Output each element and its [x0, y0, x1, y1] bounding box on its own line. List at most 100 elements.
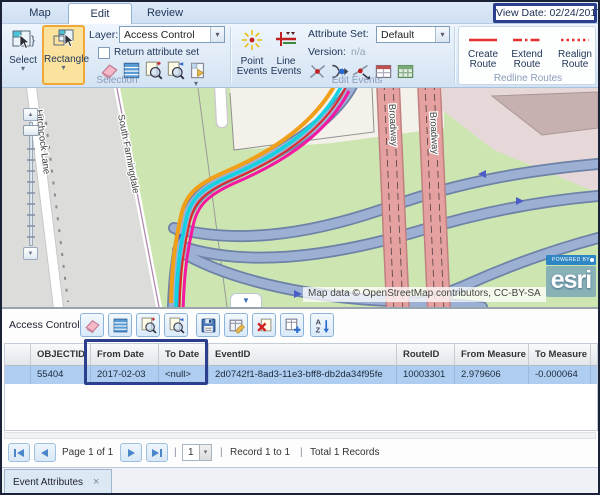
- table-header-gutter: [7, 344, 31, 366]
- first-page-icon: [13, 448, 25, 458]
- layer-dropdown[interactable]: Access Control ▾: [119, 26, 225, 43]
- attribute-set-label: Attribute Set:: [308, 28, 369, 40]
- group-divider: [230, 27, 232, 83]
- column-header-to-measure[interactable]: To Measure: [529, 344, 591, 366]
- version-value: n/a: [351, 46, 366, 58]
- cell-eventid: 2d0742f1-8ad3-11e3-bff8-db2da34f95fe: [209, 366, 397, 384]
- table-horizontal-scrollbar[interactable]: [4, 432, 596, 439]
- column-header-access[interactable]: Access: [591, 344, 598, 366]
- page-number-value: 1: [188, 446, 194, 460]
- zoom-to-record-icon: [140, 317, 157, 334]
- create-route-button[interactable]: Create Route: [463, 31, 503, 73]
- add-record-button[interactable]: [280, 313, 304, 337]
- layer-dropdown-arrow-icon[interactable]: ▾: [210, 27, 224, 42]
- extend-route-button[interactable]: Extend Route: [507, 31, 547, 73]
- row-gutter: [7, 366, 31, 384]
- delete-record-icon: [256, 317, 273, 334]
- total-records-text: Total 1 Records: [310, 447, 379, 458]
- line-events-button[interactable]: Line Events: [268, 26, 304, 74]
- last-page-button[interactable]: [146, 443, 168, 462]
- point-events-button[interactable]: Point Events: [234, 26, 270, 74]
- create-route-label-2: Route: [465, 59, 501, 70]
- select-caret-icon: ▾: [8, 66, 38, 72]
- cell-access: <null>: [591, 366, 598, 384]
- realign-route-button[interactable]: Realign Route: [551, 31, 596, 73]
- date-columns-highlight: [84, 339, 208, 385]
- point-events-icon: [240, 28, 264, 52]
- first-page-button[interactable]: [8, 443, 30, 462]
- esri-globe-icon: [590, 258, 594, 262]
- line-events-icon: [274, 28, 298, 52]
- select-tool-button[interactable]: } Select ▾: [6, 26, 40, 84]
- edit-record-button[interactable]: [224, 313, 248, 337]
- esri-brand-label: esri: [546, 266, 596, 297]
- table-view-button[interactable]: [108, 313, 132, 337]
- ribbon: } Select ▾ Rectangle ▾ Layer: Access Con…: [2, 24, 598, 88]
- column-header-routeid[interactable]: RouteID: [397, 344, 455, 366]
- zoom-slider-up-button[interactable]: ▲: [23, 108, 38, 121]
- clear-selection-icon: [84, 317, 101, 334]
- pan-to-record-icon: [168, 317, 185, 334]
- zoom-to-record-button[interactable]: [136, 313, 160, 337]
- previous-page-icon: [39, 448, 51, 458]
- svg-text:Z: Z: [316, 325, 321, 334]
- zoom-slider-down-button[interactable]: ▼: [23, 247, 38, 260]
- svg-text:}: }: [31, 33, 35, 47]
- edit-record-icon: [228, 317, 245, 334]
- realign-route-label-2: Route: [553, 59, 596, 70]
- sort-button[interactable]: A Z: [310, 313, 334, 337]
- save-icon: [200, 317, 217, 334]
- last-page-icon: [151, 448, 163, 458]
- view-date-badge: View Date: 02/24/2017: [493, 3, 597, 23]
- return-attribute-set-checkbox[interactable]: [98, 47, 110, 59]
- map-attribution: Map data © OpenStreetMap contributors, C…: [303, 287, 546, 302]
- selection-options-icon[interactable]: [188, 61, 207, 80]
- street-label-broadway-right: Broadway: [427, 112, 440, 155]
- page-select-caret-icon: ▾: [199, 445, 211, 460]
- rectangle-caret-icon: ▾: [44, 65, 83, 71]
- column-header-objectid[interactable]: OBJECTID: [31, 344, 91, 366]
- tab-edit[interactable]: Edit: [68, 3, 132, 24]
- selection-options-caret-icon: ▾: [194, 81, 198, 87]
- zoom-slider-ticks: [27, 148, 35, 244]
- column-header-eventid[interactable]: EventID: [209, 344, 397, 366]
- redline-routes-group-label: Redline Routes: [473, 73, 583, 84]
- separator: |: [174, 447, 177, 458]
- cell-to-measure: -0.000064: [529, 366, 591, 384]
- close-tab-icon[interactable]: ×: [93, 476, 99, 488]
- layer-label: Layer:: [89, 29, 118, 41]
- map-zoom-slider[interactable]: ▲ ▼: [22, 108, 40, 260]
- cell-objectid: 55404: [31, 366, 91, 384]
- return-attribute-set-label: Return attribute set: [114, 47, 199, 58]
- page-number-select[interactable]: 1 ▾: [182, 444, 212, 461]
- tab-review[interactable]: Review: [138, 2, 192, 24]
- event-attributes-panel: Access Control: [2, 307, 598, 493]
- pan-to-record-button[interactable]: [164, 313, 188, 337]
- next-page-icon: [125, 448, 137, 458]
- previous-page-button[interactable]: [34, 443, 56, 462]
- tab-map[interactable]: Map: [18, 2, 62, 24]
- pan-to-selection-icon[interactable]: [166, 61, 185, 80]
- attribute-set-dropdown[interactable]: Default ▾: [376, 26, 450, 43]
- selection-group-label: Selection: [72, 75, 162, 86]
- extend-route-label-2: Route: [509, 59, 545, 70]
- save-button[interactable]: [196, 313, 220, 337]
- tab-event-attributes[interactable]: Event Attributes ×: [4, 469, 112, 495]
- version-label: Version:: [308, 46, 346, 58]
- event-editor-window: Map Edit Review View Date: 02/24/2017 } …: [0, 0, 600, 495]
- next-page-button[interactable]: [120, 443, 142, 462]
- zoom-slider-handle[interactable]: [23, 125, 39, 136]
- panel-collapse-button[interactable]: ▼: [230, 293, 262, 307]
- map-canvas: Hitchcock Lane South Farmingdale Broadwa…: [2, 88, 598, 307]
- clear-selection-button[interactable]: [80, 313, 104, 337]
- point-events-label-2: Events: [236, 66, 268, 77]
- cell-from-measure: 2.979606: [455, 366, 529, 384]
- column-header-from-measure[interactable]: From Measure: [455, 344, 529, 366]
- rectangle-select-icon: [51, 28, 77, 50]
- sort-az-icon: A Z: [314, 317, 331, 334]
- line-events-label-2: Events: [270, 66, 302, 77]
- create-route-icon: [467, 35, 499, 45]
- attribute-set-arrow-icon[interactable]: ▾: [435, 27, 449, 42]
- map-view[interactable]: Hitchcock Lane South Farmingdale Broadwa…: [2, 88, 598, 307]
- delete-record-button[interactable]: [252, 313, 276, 337]
